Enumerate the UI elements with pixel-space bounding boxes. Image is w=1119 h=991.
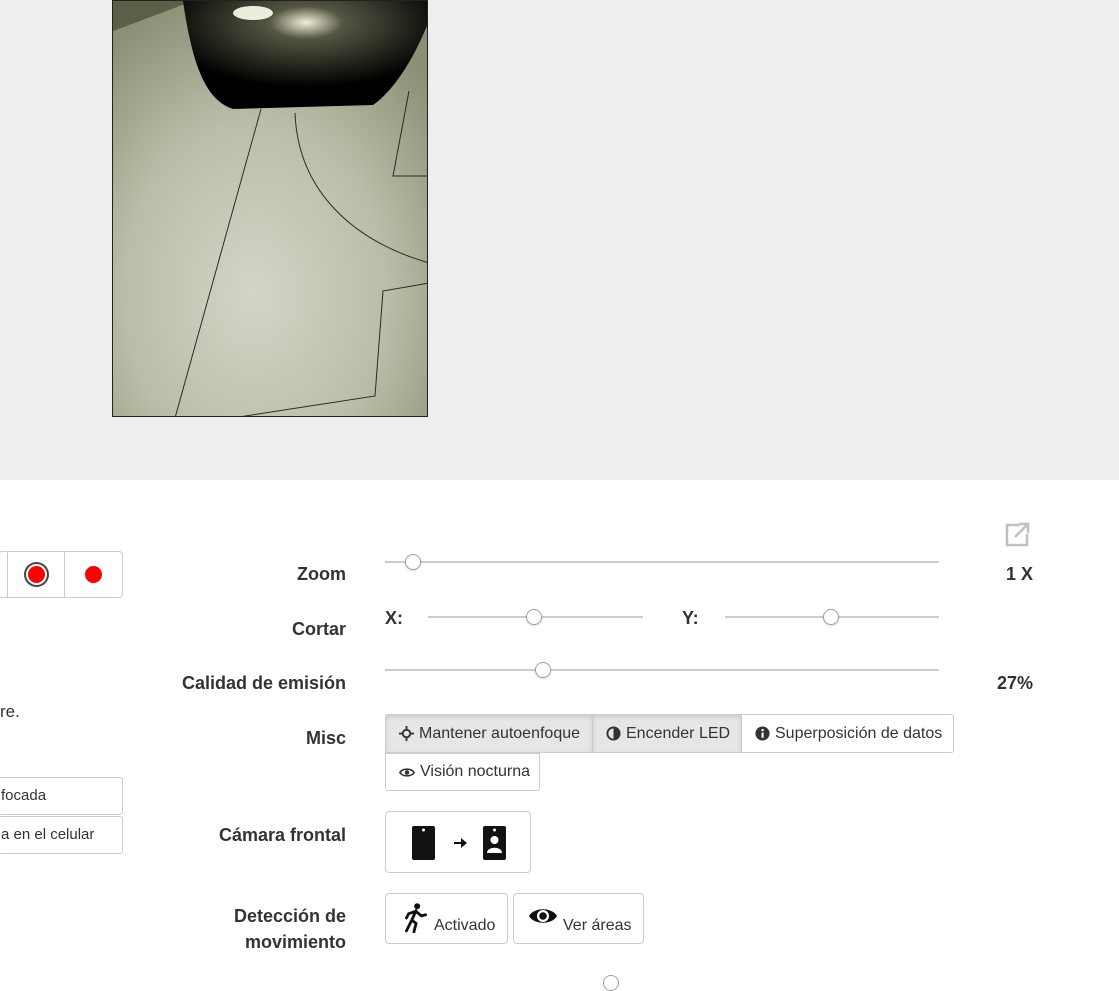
- record-button[interactable]: [65, 552, 122, 597]
- motion-label-line2: movimiento: [244, 932, 346, 952]
- front-camera-toggle-button[interactable]: [385, 811, 531, 873]
- record-ring-button[interactable]: [8, 552, 65, 597]
- zoom-slider-track[interactable]: [385, 561, 939, 563]
- left-text-fragment: re.: [0, 702, 20, 721]
- record-dot-icon: [85, 566, 102, 583]
- eye-icon: [399, 766, 415, 779]
- record-mode-button[interactable]: [0, 552, 8, 597]
- motion-activated-label: Activado: [434, 917, 496, 934]
- zoom-label: Zoom: [297, 564, 346, 584]
- left-field-2[interactable]: a en el celular: [0, 816, 123, 854]
- bottom-slider-thumb[interactable]: [603, 975, 619, 991]
- crop-y-slider-thumb[interactable]: [823, 609, 839, 625]
- quality-label: Calidad de emisión: [181, 673, 346, 693]
- misc-label: Misc: [305, 728, 346, 748]
- video-preview-area: [0, 0, 1119, 480]
- switch-camera-icon: [412, 826, 506, 860]
- crop-label: Cortar: [291, 619, 346, 639]
- motion-activated-button[interactable]: Activado: [385, 893, 508, 944]
- crop-y-label: Y:: [682, 608, 699, 628]
- led-label: Encender LED: [626, 724, 731, 742]
- contrast-icon: [606, 726, 621, 741]
- left-field-1[interactable]: focada: [0, 777, 123, 815]
- zoom-slider-thumb[interactable]: [405, 554, 421, 570]
- front-camera-label: Cámara frontal: [218, 825, 346, 845]
- record-ring-icon: [27, 566, 45, 583]
- autofocus-label: Mantener autoenfoque: [419, 724, 581, 742]
- data-overlay-label: Superposición de datos: [775, 724, 943, 742]
- crop-x-label: X:: [385, 608, 403, 628]
- led-button[interactable]: Encender LED: [592, 714, 742, 753]
- night-vision-label: Visión nocturna: [420, 763, 530, 780]
- crop-x-slider-thumb[interactable]: [526, 609, 542, 625]
- autofocus-button[interactable]: Mantener autoenfoque: [385, 714, 593, 753]
- motion-label-line1: Detección de: [233, 906, 346, 926]
- eye-icon: [529, 909, 557, 923]
- quality-slider-thumb[interactable]: [535, 662, 551, 678]
- info-icon: [755, 726, 770, 741]
- view-areas-label: Ver áreas: [563, 917, 632, 934]
- view-areas-button[interactable]: Ver áreas: [513, 893, 644, 944]
- camera-feed[interactable]: [112, 0, 428, 417]
- popout-icon[interactable]: [1005, 521, 1031, 547]
- data-overlay-button[interactable]: Superposición de datos: [741, 714, 954, 753]
- zoom-value: 1 X: [1005, 564, 1033, 584]
- night-vision-button[interactable]: Visión nocturna: [385, 753, 540, 791]
- quality-value: 27%: [996, 673, 1033, 693]
- record-button-group: [0, 551, 123, 598]
- motion-label: Detección de movimiento: [234, 903, 346, 955]
- running-person-icon: [405, 903, 428, 933]
- quality-slider-track[interactable]: [385, 669, 939, 671]
- crosshair-icon: [399, 726, 414, 741]
